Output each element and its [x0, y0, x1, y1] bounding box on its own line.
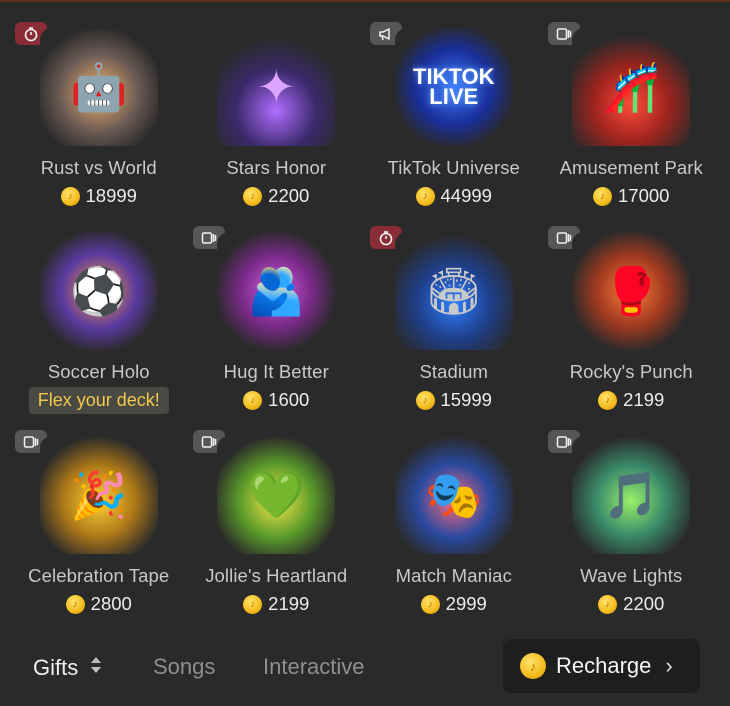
- gift-rockys-punch[interactable]: 🥊 Rocky's Punch 2199: [543, 218, 721, 422]
- gift-artwork: 🎵: [572, 436, 691, 554]
- tab-label: Gifts: [33, 655, 79, 680]
- gift-name: Stadium: [419, 361, 489, 382]
- gift-soccer-holo[interactable]: ⚽ Soccer Holo Flex your deck!: [10, 218, 188, 422]
- gift-wave-lights[interactable]: 🎵 Wave Lights 2200: [543, 422, 721, 626]
- coin-icon: [593, 186, 613, 206]
- gift-price: 2999: [420, 593, 487, 615]
- gift-name: Match Maniac: [395, 565, 512, 586]
- gift-amusement-park[interactable]: 🎢 Amusement Park 17000: [543, 14, 721, 218]
- gift-artwork: ⚽: [39, 232, 158, 350]
- gift-grid: 🤖 Rust vs World 18999 ✦ Stars Honor 2200…: [10, 14, 720, 626]
- gift-price: 15999: [415, 389, 492, 411]
- gift-rust-vs-world[interactable]: 🤖 Rust vs World 18999: [10, 14, 188, 218]
- gift-artwork: TIKTOK LIVE: [394, 28, 513, 146]
- gift-name: Celebration Tape: [28, 565, 170, 586]
- coin-icon: [520, 653, 546, 679]
- bottom-bar: Gifts Songs Interactive Recharge ›: [0, 626, 730, 706]
- tab-songs[interactable]: Songs: [153, 654, 215, 680]
- coin-icon: [243, 186, 263, 206]
- gift-name: Hug It Better: [223, 361, 329, 382]
- gift-match-maniac[interactable]: 🎭 Match Maniac 2999: [365, 422, 543, 626]
- gift-name: Soccer Holo: [47, 361, 150, 382]
- gift-price: 2199: [243, 593, 309, 615]
- recharge-button[interactable]: Recharge ›: [503, 639, 700, 693]
- gift-price: 1600: [243, 389, 309, 411]
- coin-icon: [420, 594, 440, 614]
- promo-label: Flex your deck!: [28, 387, 169, 414]
- tab-gifts[interactable]: Gifts: [33, 654, 102, 681]
- gift-celebration-tape[interactable]: 🎉 Celebration Tape 2800: [10, 422, 188, 626]
- gift-name: Jollie's Heartland: [205, 565, 348, 586]
- gift-artwork: 🏟: [394, 232, 513, 350]
- top-accent-line: [0, 0, 730, 2]
- coin-icon: [415, 186, 435, 206]
- gift-artwork: 🥊: [572, 232, 691, 350]
- gift-artwork: ✦: [217, 28, 336, 146]
- gift-price: 2800: [65, 593, 132, 615]
- gift-stadium[interactable]: 🏟 Stadium 15999: [365, 218, 543, 422]
- gift-name: Rocky's Punch: [569, 361, 693, 382]
- gift-tiktok-universe[interactable]: TIKTOK LIVE TikTok Universe 44999: [365, 14, 543, 218]
- coin-icon: [243, 390, 263, 410]
- sort-arrows-icon: [90, 654, 102, 680]
- recharge-label: Recharge: [556, 653, 652, 678]
- coin-icon: [60, 186, 80, 206]
- gift-artwork: 🎉: [39, 436, 158, 554]
- coin-icon: [598, 390, 618, 410]
- gift-artwork: 🫂: [217, 232, 336, 350]
- coin-icon: [65, 594, 85, 614]
- gift-price: 44999: [415, 185, 492, 207]
- gift-hug-it-better[interactable]: 🫂 Hug It Better 1600: [188, 218, 366, 422]
- gift-name: TikTok Universe: [387, 157, 520, 178]
- tab-interactive[interactable]: Interactive: [263, 654, 365, 680]
- gift-price: 18999: [60, 185, 137, 207]
- gift-artwork: 🎢: [572, 28, 691, 146]
- gift-price: 17000: [593, 185, 669, 207]
- coin-icon: [415, 390, 435, 410]
- gift-name: Wave Lights: [580, 565, 683, 586]
- coin-icon: [243, 594, 263, 614]
- gift-artwork: 💚: [217, 436, 336, 554]
- gift-price: 2199: [598, 389, 664, 411]
- gift-name: Stars Honor: [226, 157, 327, 178]
- gift-price: 2200: [598, 593, 664, 615]
- coin-icon: [598, 594, 618, 614]
- gift-artwork: 🤖: [39, 28, 158, 146]
- gift-artwork: 🎭: [394, 436, 513, 554]
- gift-stars-honor[interactable]: ✦ Stars Honor 2200: [188, 14, 366, 218]
- chevron-right-icon: ›: [665, 653, 673, 678]
- gift-name: Rust vs World: [40, 157, 157, 178]
- gift-name: Amusement Park: [559, 157, 703, 178]
- gift-jollies-heartland[interactable]: 💚 Jollie's Heartland 2199: [188, 422, 366, 626]
- gift-price: 2200: [243, 185, 309, 207]
